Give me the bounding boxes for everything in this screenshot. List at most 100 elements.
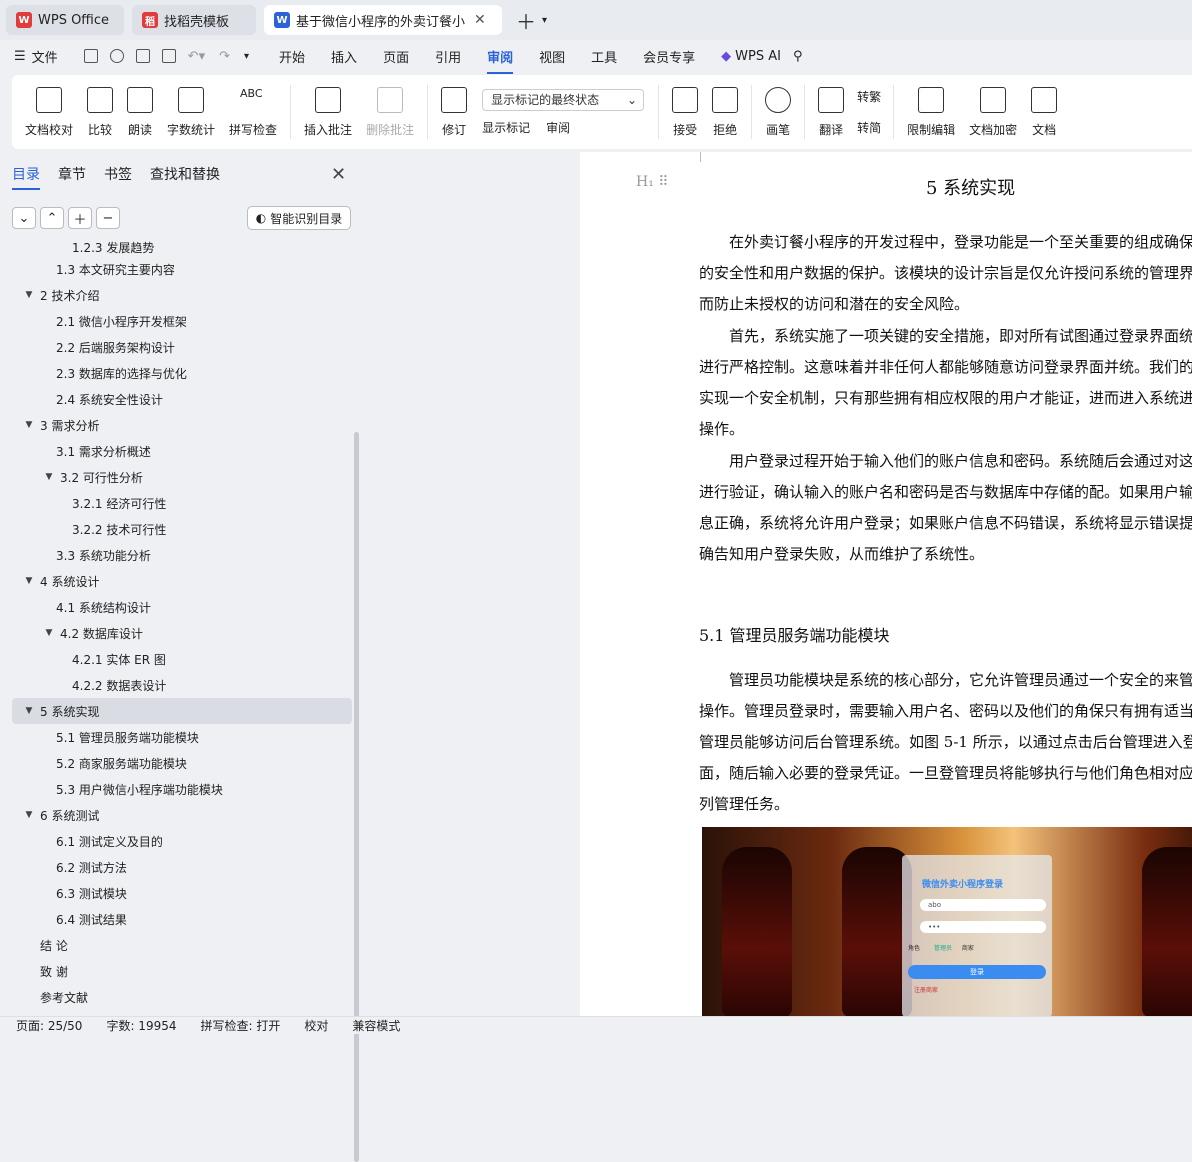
toc-item[interactable]: 6.2 测试方法 [12,854,352,880]
hamburger-icon[interactable]: ☰ [14,49,26,64]
toc-item[interactable]: ▼ 3.2 可行性分析 [12,464,352,490]
tab-bookmarks[interactable]: 书签 [104,164,132,184]
add-heading-button[interactable]: ＋ [68,207,92,229]
to-simplified-button[interactable]: 转简 [857,119,881,136]
new-tab-button[interactable]: ＋ [516,6,536,35]
page-count[interactable]: 页面: 25/50 [16,1017,82,1034]
tab-toc[interactable]: 目录 [12,164,40,190]
menu-file[interactable]: 文件 [32,47,58,66]
read-aloud-button[interactable]: 朗读 [127,86,154,138]
insert-comment-button[interactable]: 插入批注 [304,86,352,138]
close-icon[interactable]: ✕ [331,164,346,185]
toc-item[interactable]: 5.1 管理员服务端功能模块 [12,724,352,750]
tab-chapters[interactable]: 章节 [58,164,86,184]
toc-item[interactable]: 3.2.1 经济可行性 [12,490,352,516]
show-markup-button[interactable]: 显示标记 [482,119,530,136]
toc-item[interactable]: 3.3 系统功能分析 [12,542,352,568]
expand-arrow-icon[interactable]: ▼ [22,576,36,586]
tab-template[interactable]: 稻 找稻壳模板 [132,5,256,35]
translate-button[interactable]: 翻译 [818,86,845,138]
expand-arrow-icon[interactable]: ▼ [42,628,56,638]
menu-home[interactable]: 开始 [279,47,305,66]
spell-check-button[interactable]: ABC 拼写检查 [229,87,277,138]
link-icon[interactable] [109,49,124,63]
menu-tools[interactable]: 工具 [591,47,617,66]
toc-item[interactable]: 4.2.2 数据表设计 [12,672,352,698]
menu-member[interactable]: 会员专享 [643,47,695,66]
tab-document[interactable]: W 基于微信小程序的外卖订餐小 ✕ [264,5,502,35]
menu-wps-ai[interactable]: WPS AI [735,49,781,64]
toc-item[interactable]: 致 谢 [12,958,352,984]
search-icon[interactable]: ⚲ [793,49,803,64]
menu-page[interactable]: 页面 [383,47,409,66]
word-count[interactable]: 字数: 19954 [106,1017,176,1034]
save-icon[interactable] [83,49,98,63]
toc-item[interactable]: 1.3 本文研究主要内容 [12,256,352,282]
toc-item[interactable]: 6.1 测试定义及目的 [12,828,352,854]
expand-arrow-icon[interactable]: ▼ [22,810,36,820]
review-pane-button[interactable]: 审阅 [546,119,570,136]
tab-label: 基于微信小程序的外卖订餐小 [296,14,466,30]
toc-item[interactable]: 3.1 需求分析概述 [12,438,352,464]
proofread-status[interactable]: 校对 [304,1017,328,1034]
print-icon[interactable] [135,49,150,63]
expand-arrow-icon[interactable]: ▼ [22,706,36,716]
toc-item[interactable]: 2.3 数据库的选择与优化 [12,360,352,386]
toc-item[interactable]: ▼ 4 系统设计 [12,568,352,594]
toc-item[interactable]: ▼ 2 技术介绍 [12,282,352,308]
heading-level-icon[interactable]: H₁ ⠿ [636,174,669,190]
expand-arrow-icon[interactable]: ▼ [22,290,36,300]
toc-item[interactable]: ▼ 5 系统实现 [12,698,352,724]
redo-icon[interactable]: ↷ [219,49,230,64]
toc-item[interactable]: 5.3 用户微信小程序端功能模块 [12,776,352,802]
close-icon[interactable]: ✕ [474,12,486,28]
remove-heading-button[interactable]: − [96,207,120,229]
toc-item[interactable]: 结 论 [12,932,352,958]
restrict-edit-button[interactable]: 限制编辑 [907,86,955,138]
toc-item[interactable]: 6.3 测试模块 [12,880,352,906]
word-count-button[interactable]: 字数统计 [167,86,215,138]
accept-button[interactable]: 接受 [672,86,699,138]
chevron-down-icon[interactable]: ▾ [542,15,547,26]
menu-review[interactable]: 审阅 [487,47,514,74]
expand-arrow-icon[interactable]: ▼ [42,472,56,482]
reject-button[interactable]: 拒绝 [712,86,739,138]
compare-button[interactable]: 比较 [87,86,114,138]
toc-item[interactable]: 1.2.3 发展趋势 [12,240,352,256]
toc-item[interactable]: 4.2.1 实体 ER 图 [12,646,352,672]
chevron-down-icon[interactable]: ▾ [244,51,249,62]
collapse-up-button[interactable]: ⌃ [40,207,64,229]
undo-icon[interactable]: ↶▾ [188,49,205,64]
scrollbar[interactable] [354,432,359,1162]
wps-ai-icon[interactable]: ◆ [721,49,731,64]
to-traditional-button[interactable]: 转繁 [857,88,881,105]
toc-item[interactable]: 5.2 商家服务端功能模块 [12,750,352,776]
markup-state-select[interactable]: 显示标记的最终状态 ⌄ [482,88,645,111]
encrypt-button[interactable]: 文档加密 [969,86,1017,138]
menu-insert[interactable]: 插入 [331,47,357,66]
toc-item[interactable]: 4.1 系统结构设计 [12,594,352,620]
tab-find-replace[interactable]: 查找和替换 [150,164,220,184]
delete-comment-button[interactable]: 删除批注 [366,86,414,138]
toc-item[interactable]: 2.2 后端服务架构设计 [12,334,352,360]
ink-button[interactable]: 画笔 [765,86,792,138]
toc-item[interactable]: 3.2.2 技术可行性 [12,516,352,542]
revise-button[interactable]: 修订 [441,86,468,138]
menu-view[interactable]: 视图 [539,47,565,66]
print-preview-icon[interactable] [161,49,176,63]
menu-references[interactable]: 引用 [435,47,461,66]
smart-toc-button[interactable]: ◐ 智能识别目录 [247,206,351,230]
proofread-button[interactable]: 文档校对 [25,86,73,138]
toc-item[interactable]: ▼ 6 系统测试 [12,802,352,828]
toc-item[interactable]: 2.4 系统安全性设计 [12,386,352,412]
spell-check-status[interactable]: 拼写检查: 打开 [201,1017,281,1034]
more-doc-button[interactable]: 文档 [1031,86,1058,138]
toc-item[interactable]: ▼ 3 需求分析 [12,412,352,438]
toc-item[interactable]: ▼ 4.2 数据库设计 [12,620,352,646]
collapse-down-button[interactable]: ⌄ [12,207,36,229]
tab-wps-office[interactable]: W WPS Office [6,5,124,35]
expand-arrow-icon[interactable]: ▼ [22,420,36,430]
toc-item[interactable]: 参考文献 [12,984,352,1010]
toc-item[interactable]: 6.4 测试结果 [12,906,352,932]
toc-item[interactable]: 2.1 微信小程序开发框架 [12,308,352,334]
